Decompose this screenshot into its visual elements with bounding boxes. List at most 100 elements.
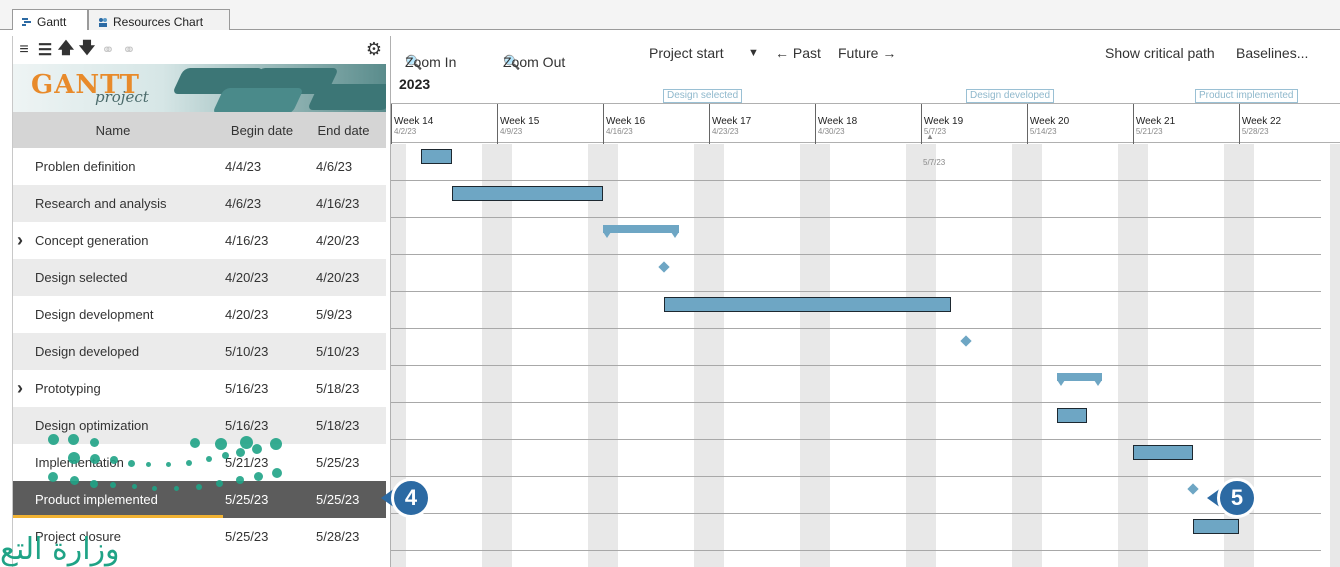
- task-row[interactable]: Design selected 4/20/23 4/20/23: [13, 259, 386, 296]
- summary-bar[interactable]: [603, 224, 680, 238]
- row-divider: [391, 476, 1321, 477]
- task-begin-date: 4/20/23: [225, 270, 269, 285]
- week-date: 4/30/23: [817, 127, 845, 136]
- today-label: 5/7/23: [923, 158, 946, 167]
- callout-5: 5: [1217, 478, 1257, 518]
- summary-bar[interactable]: [1057, 372, 1103, 386]
- task-row[interactable]: Design development 4/20/23 5/9/23: [13, 296, 386, 333]
- task-bar[interactable]: [1057, 407, 1087, 423]
- row-divider: [391, 180, 1321, 181]
- week-column-header: Week 22 5/28/23: [1238, 104, 1340, 144]
- weekend-shade: [1329, 144, 1340, 567]
- milestone-diamond[interactable]: [658, 260, 670, 273]
- week-column-header: Week 14 4/2/23: [391, 104, 497, 144]
- week-date: 5/21/23: [1135, 127, 1163, 136]
- column-header-name[interactable]: Name: [13, 123, 213, 138]
- task-end-date: 5/9/23: [316, 307, 353, 322]
- baselines-button[interactable]: Baselines...: [1236, 45, 1308, 61]
- task-end-date: 5/25/23: [316, 455, 360, 470]
- task-begin-date: 5/16/23: [225, 418, 269, 433]
- task-name: Design selected: [35, 270, 128, 285]
- unlink-icon[interactable]: ⚭: [120, 41, 138, 59]
- task-name: Product implemented: [35, 492, 158, 507]
- weekend-shade: [1117, 144, 1148, 567]
- task-row[interactable]: Research and analysis 4/6/23 4/16/23: [13, 185, 386, 222]
- past-button[interactable]: ← Past: [775, 45, 821, 61]
- callout-4: 4: [391, 478, 431, 518]
- milestone-diamond[interactable]: [1187, 482, 1199, 495]
- gear-icon[interactable]: ⚙: [366, 39, 382, 60]
- week-column-header: Week 17 4/23/23: [708, 104, 815, 144]
- weekend-shade: [481, 144, 513, 567]
- week-date: 4/2/23: [394, 127, 417, 136]
- indent-icon[interactable]: ≡: [15, 41, 33, 59]
- task-bar[interactable]: [1133, 444, 1193, 460]
- weekend-shade: [693, 144, 725, 567]
- task-begin-date: 5/25/23: [225, 492, 269, 507]
- zoom-out-label: Zoom Out: [503, 54, 566, 70]
- logo-sub: project: [95, 88, 149, 106]
- task-begin-date: 4/4/23: [225, 159, 262, 174]
- tab-gantt[interactable]: Gantt: [12, 9, 88, 30]
- task-row[interactable]: Design developed 5/10/23 5/10/23: [13, 333, 386, 370]
- dropdown-arrow-icon[interactable]: ▼: [748, 47, 759, 59]
- task-end-date: 5/18/23: [316, 418, 360, 433]
- week-label: Week 18: [817, 116, 858, 127]
- week-label: Week 14: [394, 116, 434, 127]
- link-icon[interactable]: ⚭: [99, 41, 117, 59]
- week-label: Week 20: [1029, 116, 1070, 127]
- move-down-icon[interactable]: 🡇: [78, 40, 96, 59]
- task-row[interactable]: Problen definition 4/4/23 4/6/23: [13, 148, 386, 185]
- outdent-icon[interactable]: ☰: [36, 41, 54, 59]
- task-bar[interactable]: [1193, 518, 1239, 534]
- week-column-header: Week 16 4/16/23: [602, 104, 709, 144]
- tab-resources-chart[interactable]: Resources Chart: [88, 9, 230, 30]
- milestone-label-design-developed: Design developed: [966, 89, 1055, 103]
- week-column-header: Week 15 4/9/23: [496, 104, 603, 144]
- task-end-date: 4/20/23: [316, 233, 360, 248]
- watermark-text: وزارة التع: [0, 532, 120, 567]
- column-header-end[interactable]: End date: [301, 123, 386, 138]
- milestone-diamond[interactable]: [960, 334, 972, 347]
- expand-chevron-icon[interactable]: ›: [17, 230, 23, 251]
- task-begin-date: 5/21/23: [225, 455, 269, 470]
- table-header: Name Begin date End date: [13, 112, 386, 148]
- weekend-shade: [905, 144, 937, 567]
- move-up-icon[interactable]: 🡅: [57, 40, 75, 59]
- week-label: Week 22: [1241, 116, 1282, 127]
- row-divider: [391, 365, 1321, 366]
- task-begin-date: 5/25/23: [225, 529, 269, 544]
- gantt-grid: 5/7/23: [391, 144, 1340, 567]
- week-label: Week 16: [605, 116, 646, 127]
- future-button[interactable]: Future →: [838, 45, 896, 61]
- row-divider: [391, 550, 1321, 551]
- resources-icon: [97, 16, 109, 28]
- task-end-date: 5/10/23: [316, 344, 360, 359]
- task-bar[interactable]: [664, 296, 951, 312]
- task-bar[interactable]: [452, 185, 603, 201]
- task-end-date: 5/28/23: [316, 529, 360, 544]
- project-start-button[interactable]: Project start: [649, 45, 724, 61]
- task-begin-date: 4/20/23: [225, 307, 269, 322]
- row-divider: [391, 217, 1321, 218]
- week-date: 5/7/23: [923, 127, 947, 136]
- week-date: 4/16/23: [605, 127, 633, 136]
- week-column-header: Week 21 5/21/23: [1132, 104, 1239, 144]
- task-row[interactable]: Implementation 5/21/23 5/25/23: [13, 444, 386, 481]
- task-toolbar: ≡ ☰ 🡅 🡇 ⚭ ⚭ ⚙: [13, 36, 386, 64]
- row-divider: [391, 291, 1321, 292]
- task-row[interactable]: Product implemented 5/25/23 5/25/23: [13, 481, 386, 518]
- expand-chevron-icon[interactable]: ›: [17, 378, 23, 399]
- task-end-date: 4/16/23: [316, 196, 360, 211]
- task-table-panel: ≡ ☰ 🡅 🡇 ⚭ ⚭ ⚙ GANTT project Name Begin d…: [12, 36, 386, 567]
- task-row[interactable]: › Prototyping 5/16/23 5/18/23: [13, 370, 386, 407]
- critical-path-button[interactable]: Show critical path: [1105, 45, 1215, 61]
- task-row[interactable]: › Concept generation 4/16/23 4/20/23: [13, 222, 386, 259]
- tab-gantt-label: Gantt: [37, 14, 67, 29]
- task-name: Problen definition: [35, 159, 136, 174]
- task-row[interactable]: Design optimization 5/16/23 5/18/23: [13, 407, 386, 444]
- task-begin-date: 5/10/23: [225, 344, 269, 359]
- task-bar[interactable]: [421, 148, 452, 164]
- week-header: Week 14 4/2/23 Week 15 4/9/23 Week 16 4/16/23…: [391, 103, 1340, 144]
- column-header-begin[interactable]: Begin date: [213, 123, 301, 138]
